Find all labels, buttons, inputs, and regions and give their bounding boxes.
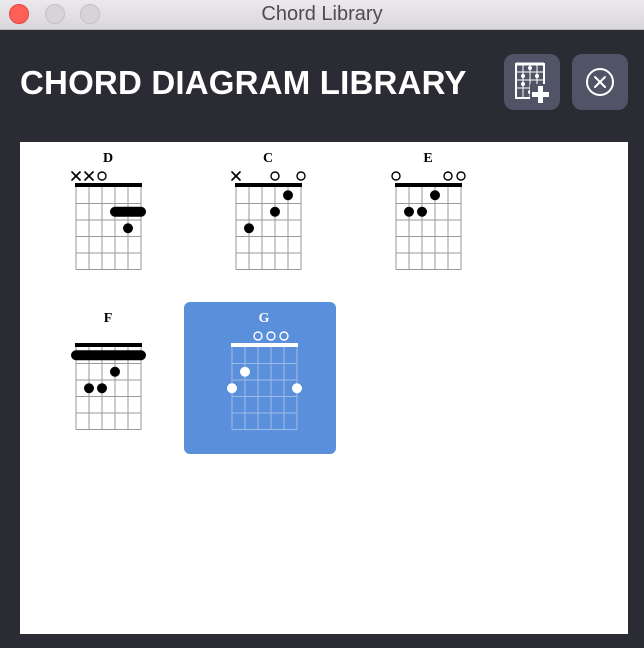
muted-string-marker — [70, 170, 82, 182]
chord-name: G — [259, 311, 270, 326]
open-string-marker — [443, 171, 453, 181]
add-chord-diagram-icon — [515, 62, 550, 104]
chord-diagram-d: D — [70, 151, 146, 270]
chord-name: C — [263, 151, 273, 166]
page-title: CHORD DIAGRAM LIBRARY — [20, 64, 467, 101]
open-string-marker — [266, 331, 276, 341]
close-circle-icon — [586, 68, 614, 96]
open-string-marker — [253, 331, 263, 341]
chord-diagram-f: F — [71, 311, 146, 430]
finger-dot — [404, 206, 414, 217]
open-string-marker — [279, 331, 289, 341]
chord-library-panel: D C E F G — [20, 142, 628, 634]
finger-dot — [240, 366, 250, 377]
chord-card-e[interactable]: E — [348, 142, 500, 294]
nut — [75, 183, 142, 187]
close-library-button[interactable] — [572, 54, 628, 110]
open-string-marker — [296, 171, 306, 181]
muted-string-marker — [83, 170, 95, 182]
chord-card-g[interactable]: G — [184, 302, 336, 454]
chord-diagram-e: E — [391, 151, 466, 270]
open-string-marker — [270, 171, 280, 181]
finger-dot — [244, 223, 254, 234]
chord-name: D — [103, 151, 113, 166]
chord-card-f[interactable]: F — [28, 302, 180, 454]
muted-string-marker — [230, 170, 242, 182]
add-chord-button[interactable] — [504, 54, 560, 110]
finger-dot — [123, 223, 133, 234]
finger-dot — [227, 383, 237, 394]
finger-dot — [417, 206, 427, 217]
finger-dot — [283, 190, 293, 201]
chord-name: E — [423, 151, 432, 166]
finger-dot — [110, 366, 120, 377]
open-string-marker — [391, 171, 401, 181]
nut — [395, 183, 462, 187]
window-title: Chord Library — [261, 3, 383, 25]
chord-name: F — [104, 311, 113, 326]
finger-dot — [430, 190, 440, 201]
chord-diagram-g: G — [227, 311, 302, 430]
open-string-marker — [456, 171, 466, 181]
chord-card-c[interactable]: C — [188, 142, 340, 294]
nut — [231, 343, 298, 347]
nut — [235, 183, 302, 187]
window-titlebar: Chord Library — [0, 0, 644, 30]
finger-dot — [292, 383, 302, 394]
finger-dot — [97, 383, 107, 394]
finger-dot — [84, 383, 94, 394]
finger-dot — [270, 206, 280, 217]
nut — [75, 343, 142, 347]
open-string-marker — [97, 171, 107, 181]
chord-card-d[interactable]: D — [28, 142, 180, 294]
chord-diagram-c: C — [230, 151, 306, 270]
